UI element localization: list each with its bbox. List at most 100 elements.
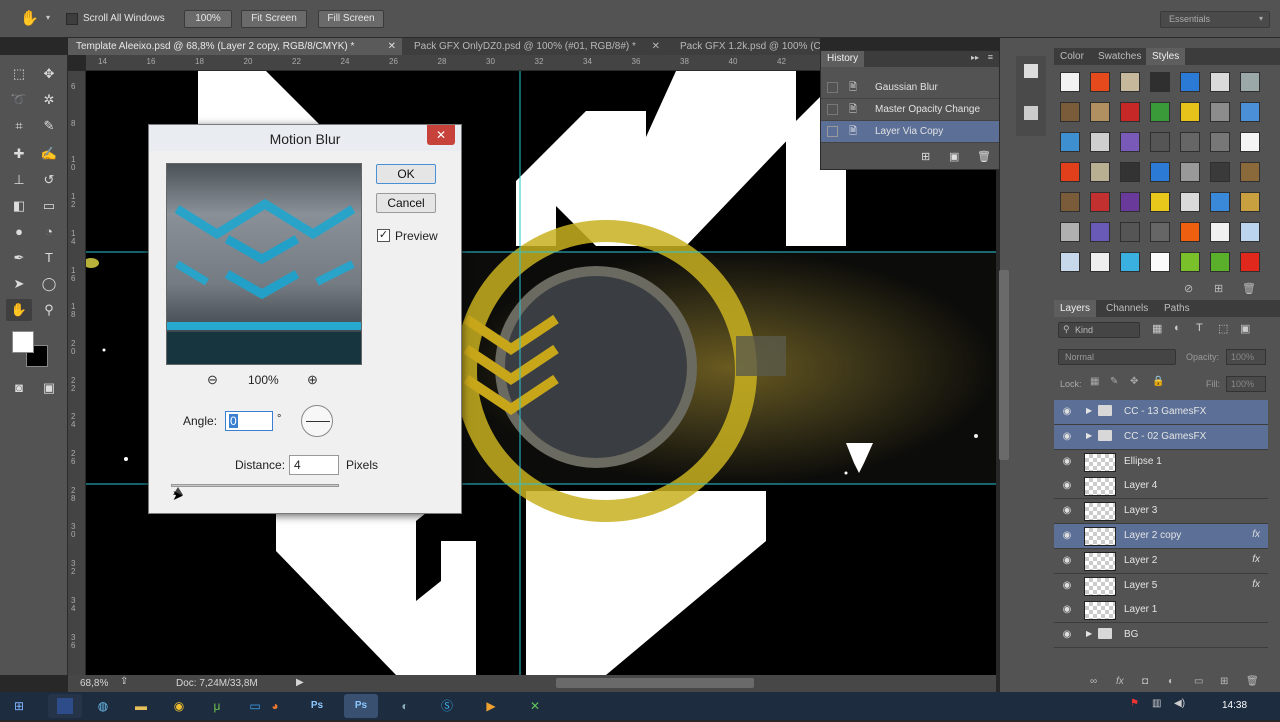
layer-row[interactable]: ◉ Layer 1 [1054,598,1268,624]
ellipse-tool-icon[interactable]: ◯ [36,273,62,295]
hand-tool-icon[interactable]: ✋ [20,9,39,27]
move-tool-icon[interactable]: ✥ [36,63,62,85]
tab-layers[interactable]: Layers [1054,300,1097,317]
panel-menu-icon[interactable]: ≡ [988,52,993,62]
style-swatch[interactable] [1240,102,1260,122]
style-swatch[interactable] [1240,192,1260,212]
style-swatch[interactable] [1240,252,1260,272]
style-swatch[interactable] [1060,222,1080,242]
style-swatch[interactable] [1150,72,1170,92]
style-swatch[interactable] [1150,192,1170,212]
lock-all-icon[interactable]: 🔒 [1152,376,1164,387]
style-swatch[interactable] [1180,252,1200,272]
healing-brush-tool-icon[interactable]: ✚ [6,143,32,165]
taskbar-app-skype-icon[interactable]: Ⓢ [430,694,464,718]
eye-icon[interactable]: ◉ [1060,604,1074,616]
flag-icon[interactable]: ⚑ [1130,698,1139,709]
style-swatch[interactable] [1150,102,1170,122]
expand-arrow-icon[interactable]: ▶ [1086,629,1092,638]
link-layers-icon[interactable]: ∞ [1090,676,1097,687]
stamp-tool-icon[interactable]: ⊥ [6,169,32,191]
layer-row[interactable]: ◉ Layer 5 fx [1054,573,1268,599]
style-swatch[interactable] [1180,222,1200,242]
adjustment-layer-icon[interactable]: ◐ [1168,676,1174,687]
hand-tool-icon[interactable]: ✋ [6,299,32,321]
type-tool-icon[interactable]: T [36,247,62,269]
style-swatch[interactable] [1180,102,1200,122]
taskbar-app-media-icon[interactable]: ◐ [388,694,422,718]
taskbar-app-chrome-icon[interactable]: ◉ [162,694,196,718]
horizontal-scrollbar[interactable] [556,678,754,688]
style-swatch[interactable] [1060,132,1080,152]
style-swatch[interactable] [1240,162,1260,182]
blur-tool-icon[interactable]: ● [6,221,32,243]
style-swatch[interactable] [1210,252,1230,272]
style-swatch[interactable] [1090,252,1110,272]
eye-icon[interactable]: ◉ [1060,629,1074,641]
style-swatch[interactable] [1150,252,1170,272]
fx-icon[interactable]: fx [1116,676,1124,687]
volume-icon[interactable]: ◀) [1174,698,1185,709]
taskbar-app-player-icon[interactable]: ▶ [474,694,508,718]
style-swatch[interactable] [1180,192,1200,212]
path-selection-tool-icon[interactable]: ➤ [6,273,32,295]
eyedropper-tool-icon[interactable]: ✎ [36,115,62,137]
status-menu-icon[interactable]: ▶ [296,677,304,688]
style-swatch[interactable] [1180,72,1200,92]
pen-tool-icon[interactable]: ✒ [6,247,32,269]
add-mask-icon[interactable]: ◘ [1142,676,1148,687]
start-button-icon[interactable]: ⊞ [2,694,36,718]
properties-panel-icon[interactable] [1024,106,1038,120]
new-document-icon[interactable]: ⊞ [921,150,930,163]
zoom-tool-icon[interactable]: ⚲ [36,299,62,321]
layer-row[interactable]: ◉ ▶ BG [1054,623,1268,649]
tab-styles[interactable]: Styles [1146,48,1186,65]
lasso-tool-icon[interactable]: ➰ [6,89,32,111]
fx-icon[interactable]: fx [1252,529,1260,540]
zoom-100-button[interactable]: 100% [184,10,232,28]
marquee-tool-icon[interactable]: ⬚ [6,63,32,85]
crop-tool-icon[interactable]: ⌗ [6,115,32,137]
style-swatch[interactable] [1090,162,1110,182]
style-swatch[interactable] [1150,222,1170,242]
vertical-scrollbar[interactable] [999,270,1009,460]
style-swatch[interactable] [1180,162,1200,182]
style-swatch[interactable] [1240,132,1260,152]
history-item[interactable]: 🗎 Master Opacity Change [821,99,999,121]
camera-icon[interactable]: ▣ [949,150,959,163]
style-swatch[interactable] [1120,132,1140,152]
style-swatch[interactable] [1120,102,1140,122]
zoom-level[interactable]: 68,8% [80,678,108,689]
layer-row[interactable]: ◉ Layer 3 [1054,499,1268,525]
collapse-icon[interactable]: ▸▸ [971,53,979,62]
eye-icon[interactable]: ◉ [1060,555,1074,567]
style-swatch[interactable] [1210,102,1230,122]
screen-mode-icon[interactable]: ▣ [36,377,62,399]
taskbar-app-ps-icon[interactable]: Ps [300,694,334,718]
lock-position-icon[interactable]: ✥ [1130,376,1138,387]
layer-row[interactable]: ◉ ▶ CC - 13 GamesFX [1054,400,1268,425]
cancel-button[interactable]: Cancel [376,193,436,213]
eye-icon[interactable]: ◉ [1060,480,1074,492]
trash-icon[interactable]: 🗑 [1246,676,1259,687]
close-button[interactable]: ✕ [427,125,455,145]
tab-color[interactable]: Color [1054,48,1090,65]
layer-row[interactable]: ◉ Layer 2 copy fx [1054,524,1268,549]
style-swatch[interactable] [1210,192,1230,212]
fill-screen-button[interactable]: Fill Screen [318,10,384,28]
blend-mode-select[interactable]: Normal [1058,349,1176,365]
eye-icon[interactable]: ◉ [1060,431,1074,443]
foreground-color-swatch[interactable] [12,331,34,353]
layer-row[interactable]: ◉ Layer 2 fx [1054,548,1268,574]
eye-icon[interactable]: ◉ [1060,530,1074,542]
style-swatch[interactable] [1060,102,1080,122]
tab-pack-gfx-1-2k[interactable]: Pack GFX 1.2k.psd @ 100% (CC - GamesFX, … [672,38,820,55]
zoom-out-icon[interactable]: ⊖ [207,372,218,388]
info-panel-icon[interactable] [1024,64,1038,78]
scroll-all-windows-checkbox[interactable] [66,13,78,25]
lock-transparency-icon[interactable]: ▦ [1090,376,1099,387]
lock-pixels-icon[interactable]: ✎ [1110,376,1118,387]
style-swatch[interactable] [1120,72,1140,92]
magic-wand-tool-icon[interactable]: ✲ [36,89,62,111]
trash-icon[interactable]: 🗑 [977,150,991,163]
